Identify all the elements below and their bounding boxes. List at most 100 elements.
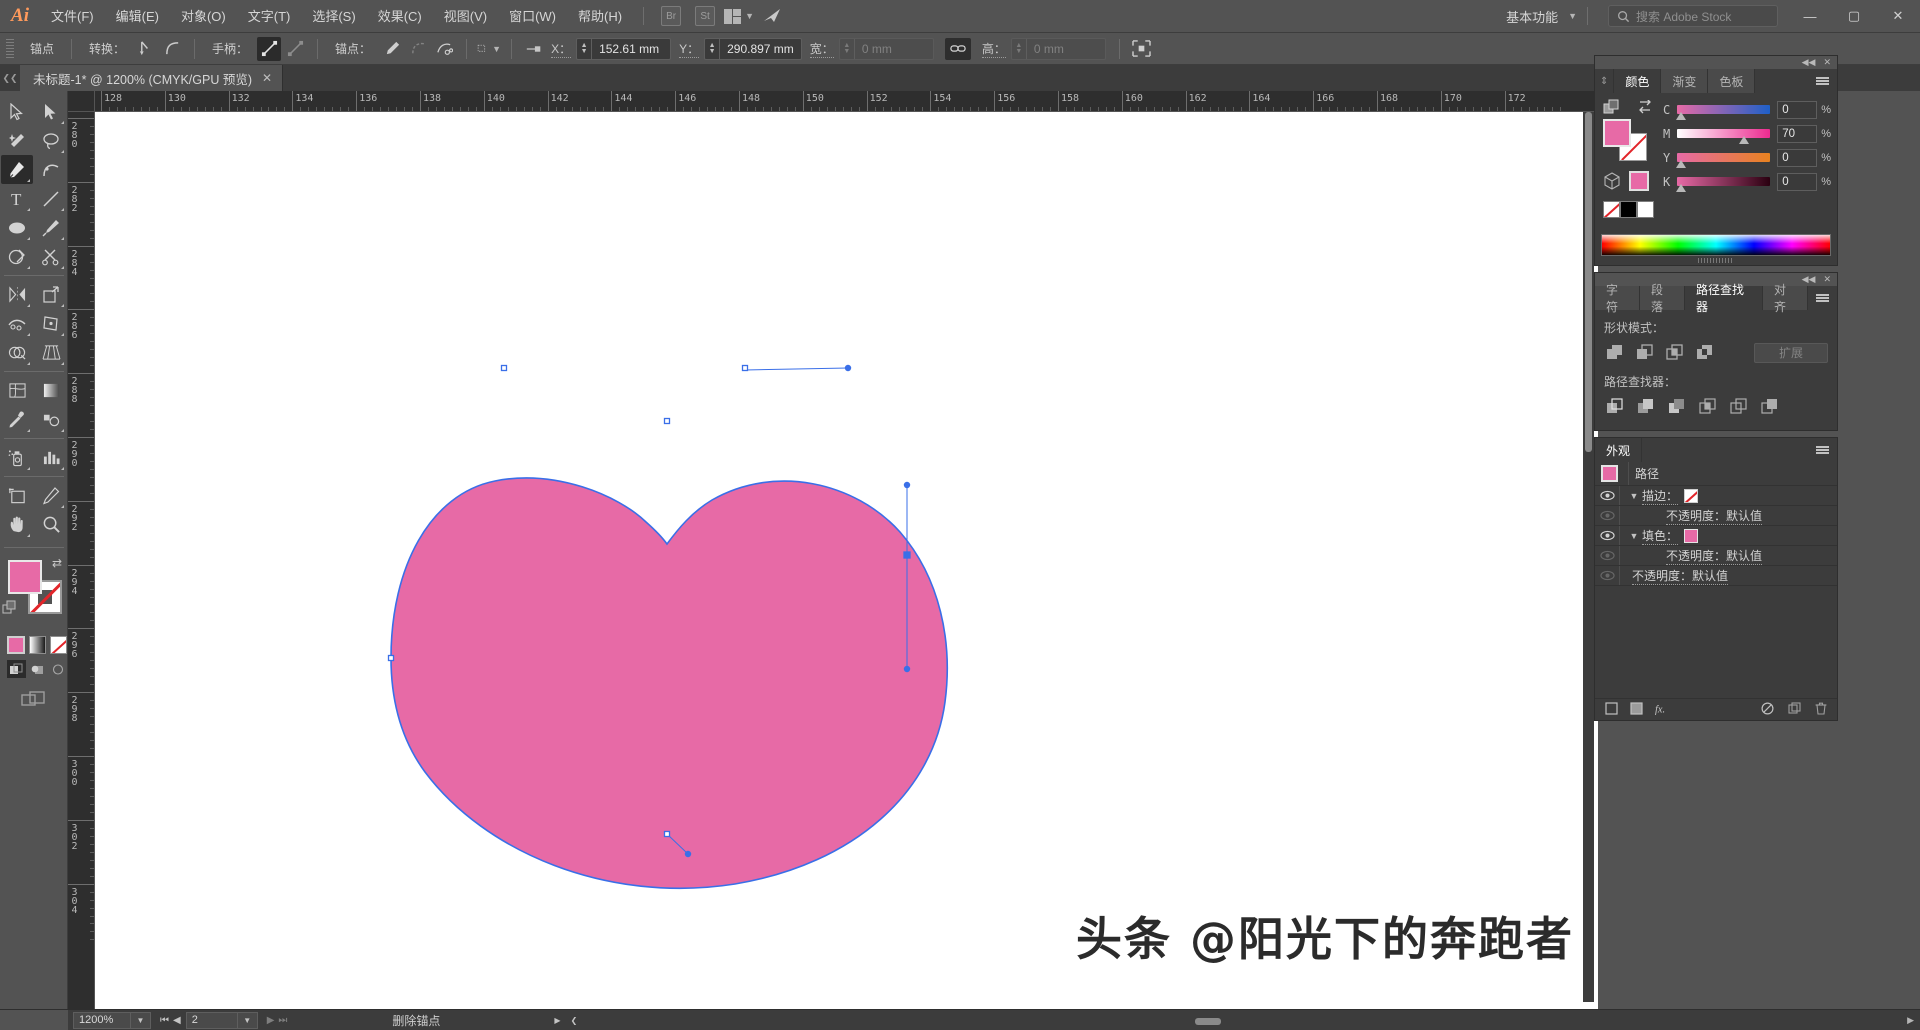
intersect-icon[interactable] <box>1664 342 1685 363</box>
stroke-opacity-eye-icon[interactable] <box>1595 510 1619 521</box>
previous-artboard-icon[interactable]: ◀ <box>173 1015 181 1026</box>
workspace-chevron-icon[interactable]: ▼ <box>1568 11 1577 21</box>
fill-visibility-eye-icon[interactable] <box>1595 530 1619 541</box>
cut-path-icon[interactable] <box>432 37 456 61</box>
last-artboard-icon[interactable]: ⏭ <box>278 1015 287 1026</box>
trim-icon[interactable] <box>1635 396 1656 417</box>
tab-paragraph[interactable]: 段落 <box>1640 286 1685 310</box>
isolate-selection-icon[interactable]: ▼ <box>477 37 501 61</box>
zoom-dropdown-icon[interactable]: ▼ <box>131 1012 151 1029</box>
menu-file[interactable]: 文件(F) <box>40 0 105 33</box>
close-button[interactable]: ✕ <box>1876 0 1920 33</box>
artboard-number-field[interactable]: 2 <box>186 1012 238 1029</box>
swap-fill-stroke-icon[interactable] <box>1637 100 1653 114</box>
y-stepper[interactable]: ▲▼ <box>705 39 720 59</box>
scissors-tool[interactable] <box>35 242 67 271</box>
remove-anchor-icon[interactable] <box>380 37 404 61</box>
direct-selection-tool[interactable] <box>35 97 67 126</box>
home-screen-icon[interactable] <box>760 5 786 27</box>
expand-button[interactable]: 扩展 <box>1754 343 1828 363</box>
fill-opacity-eye-icon[interactable] <box>1595 550 1619 561</box>
menu-help[interactable]: 帮助(H) <box>567 0 633 33</box>
pink-blob-path[interactable] <box>391 478 947 888</box>
color-mode-gradient-icon[interactable] <box>29 636 46 654</box>
shape-builder-tool[interactable] <box>1 338 33 367</box>
minimize-button[interactable]: — <box>1788 0 1832 33</box>
type-tool[interactable]: T <box>1 184 33 213</box>
zoom-level-field[interactable]: 1200% <box>73 1012 131 1029</box>
anchor-point[interactable] <box>665 832 670 837</box>
close-panel-icon[interactable]: ✕ <box>1823 57 1831 68</box>
add-new-effect-icon[interactable]: fx. <box>1655 702 1671 718</box>
minus-front-icon[interactable] <box>1634 342 1655 363</box>
appearance-row-stroke[interactable]: ▼ 描边： <box>1595 486 1837 506</box>
scale-tool[interactable] <box>35 280 67 309</box>
color-spectrum-ramp[interactable] <box>1601 234 1831 256</box>
anchor-point-selected[interactable] <box>904 552 910 558</box>
minus-back-icon[interactable] <box>1759 396 1780 417</box>
status-resize-icon[interactable]: ❮ <box>571 1016 578 1025</box>
slider-track-m[interactable] <box>1677 129 1770 138</box>
bezier-handle-dot[interactable] <box>685 851 691 857</box>
x-stepper[interactable]: ▲▼ <box>577 39 592 59</box>
hand-tool[interactable] <box>1 510 33 539</box>
slice-tool[interactable] <box>35 481 67 510</box>
transform-each-icon[interactable] <box>1130 37 1154 61</box>
shaper-tool[interactable] <box>1 242 33 271</box>
stroke-none-swatch[interactable] <box>1684 489 1698 503</box>
free-transform-tool[interactable] <box>35 309 67 338</box>
slider-track-k[interactable] <box>1677 177 1770 186</box>
vector-artwork[interactable] <box>95 112 1598 1009</box>
convert-to-smooth-icon[interactable] <box>160 37 184 61</box>
artboard[interactable]: 头条 @阳光下的奔跑者 <box>95 112 1598 1009</box>
horizontal-scrollbar[interactable] <box>1195 1016 1615 1027</box>
object-opacity-eye-icon[interactable] <box>1595 570 1619 581</box>
channel-value-c[interactable]: 0 <box>1777 101 1817 119</box>
menu-view[interactable]: 视图(V) <box>433 0 498 33</box>
reference-point-icon[interactable] <box>522 37 546 61</box>
slider-thumb-m[interactable] <box>1739 136 1749 144</box>
slider-track-c[interactable] <box>1677 105 1770 114</box>
horizontal-ruler[interactable]: 1281301321341361381401421441461481501521… <box>95 91 1598 112</box>
slider-thumb-k[interactable] <box>1676 184 1686 192</box>
tab-color[interactable]: 颜色 <box>1614 69 1661 93</box>
channel-value-m[interactable]: 70 <box>1777 125 1817 143</box>
slider-track-y[interactable] <box>1677 153 1770 162</box>
add-new-fill-icon[interactable] <box>1630 702 1643 718</box>
symbol-sprayer-tool[interactable] <box>1 443 33 472</box>
y-position-field[interactable]: ▲▼ 290.897 mm <box>704 38 802 60</box>
fill-swatch[interactable] <box>1684 529 1698 543</box>
delete-item-icon[interactable] <box>1815 702 1827 718</box>
tab-appearance[interactable]: 外观 <box>1595 438 1642 462</box>
collapse-panel-icon[interactable]: ◀◀ <box>1802 274 1816 285</box>
x-position-field[interactable]: ▲▼ 152.61 mm <box>576 38 671 60</box>
default-fill-stroke-icon[interactable] <box>2 600 18 619</box>
menu-edit[interactable]: 编辑(E) <box>105 0 170 33</box>
zoom-tool[interactable] <box>35 510 67 539</box>
selection-tool[interactable] <box>1 97 33 126</box>
show-handles-icon[interactable] <box>257 37 281 61</box>
anchor-point[interactable] <box>665 419 670 424</box>
link-proportions-icon[interactable] <box>945 38 971 60</box>
quick-black-swatch[interactable] <box>1620 201 1637 218</box>
magic-wand-tool[interactable] <box>1 126 33 155</box>
tab-swatches[interactable]: 色板 <box>1708 69 1755 93</box>
path-swatch[interactable] <box>1601 465 1618 482</box>
color-fill-swatch[interactable] <box>1603 119 1631 147</box>
workspace-switcher[interactable]: 基本功能 <box>1500 7 1564 26</box>
control-bar-grip[interactable] <box>6 39 14 59</box>
height-field[interactable]: ▲▼ 0 mm <box>1011 38 1106 60</box>
appearance-row-stroke-opacity[interactable]: 不透明度：默认值 <box>1595 506 1837 526</box>
color-current-swatch[interactable] <box>1629 171 1649 191</box>
statusbar-right-arrows[interactable]: ▶ <box>1907 1015 1914 1026</box>
lasso-tool[interactable] <box>35 126 67 155</box>
tab-gradient[interactable]: 渐变 <box>1661 69 1708 93</box>
anchor-point[interactable] <box>743 366 748 371</box>
slider-thumb-c[interactable] <box>1676 112 1686 120</box>
vertical-ruler[interactable]: 280282284286288290292294296298300302304 <box>68 112 95 1009</box>
exclude-icon[interactable] <box>1694 342 1715 363</box>
mesh-tool[interactable] <box>1 376 33 405</box>
draw-behind-icon[interactable] <box>28 660 47 678</box>
column-graph-tool[interactable] <box>35 443 67 472</box>
pathfinder-panel-menu-icon[interactable] <box>1808 286 1837 310</box>
